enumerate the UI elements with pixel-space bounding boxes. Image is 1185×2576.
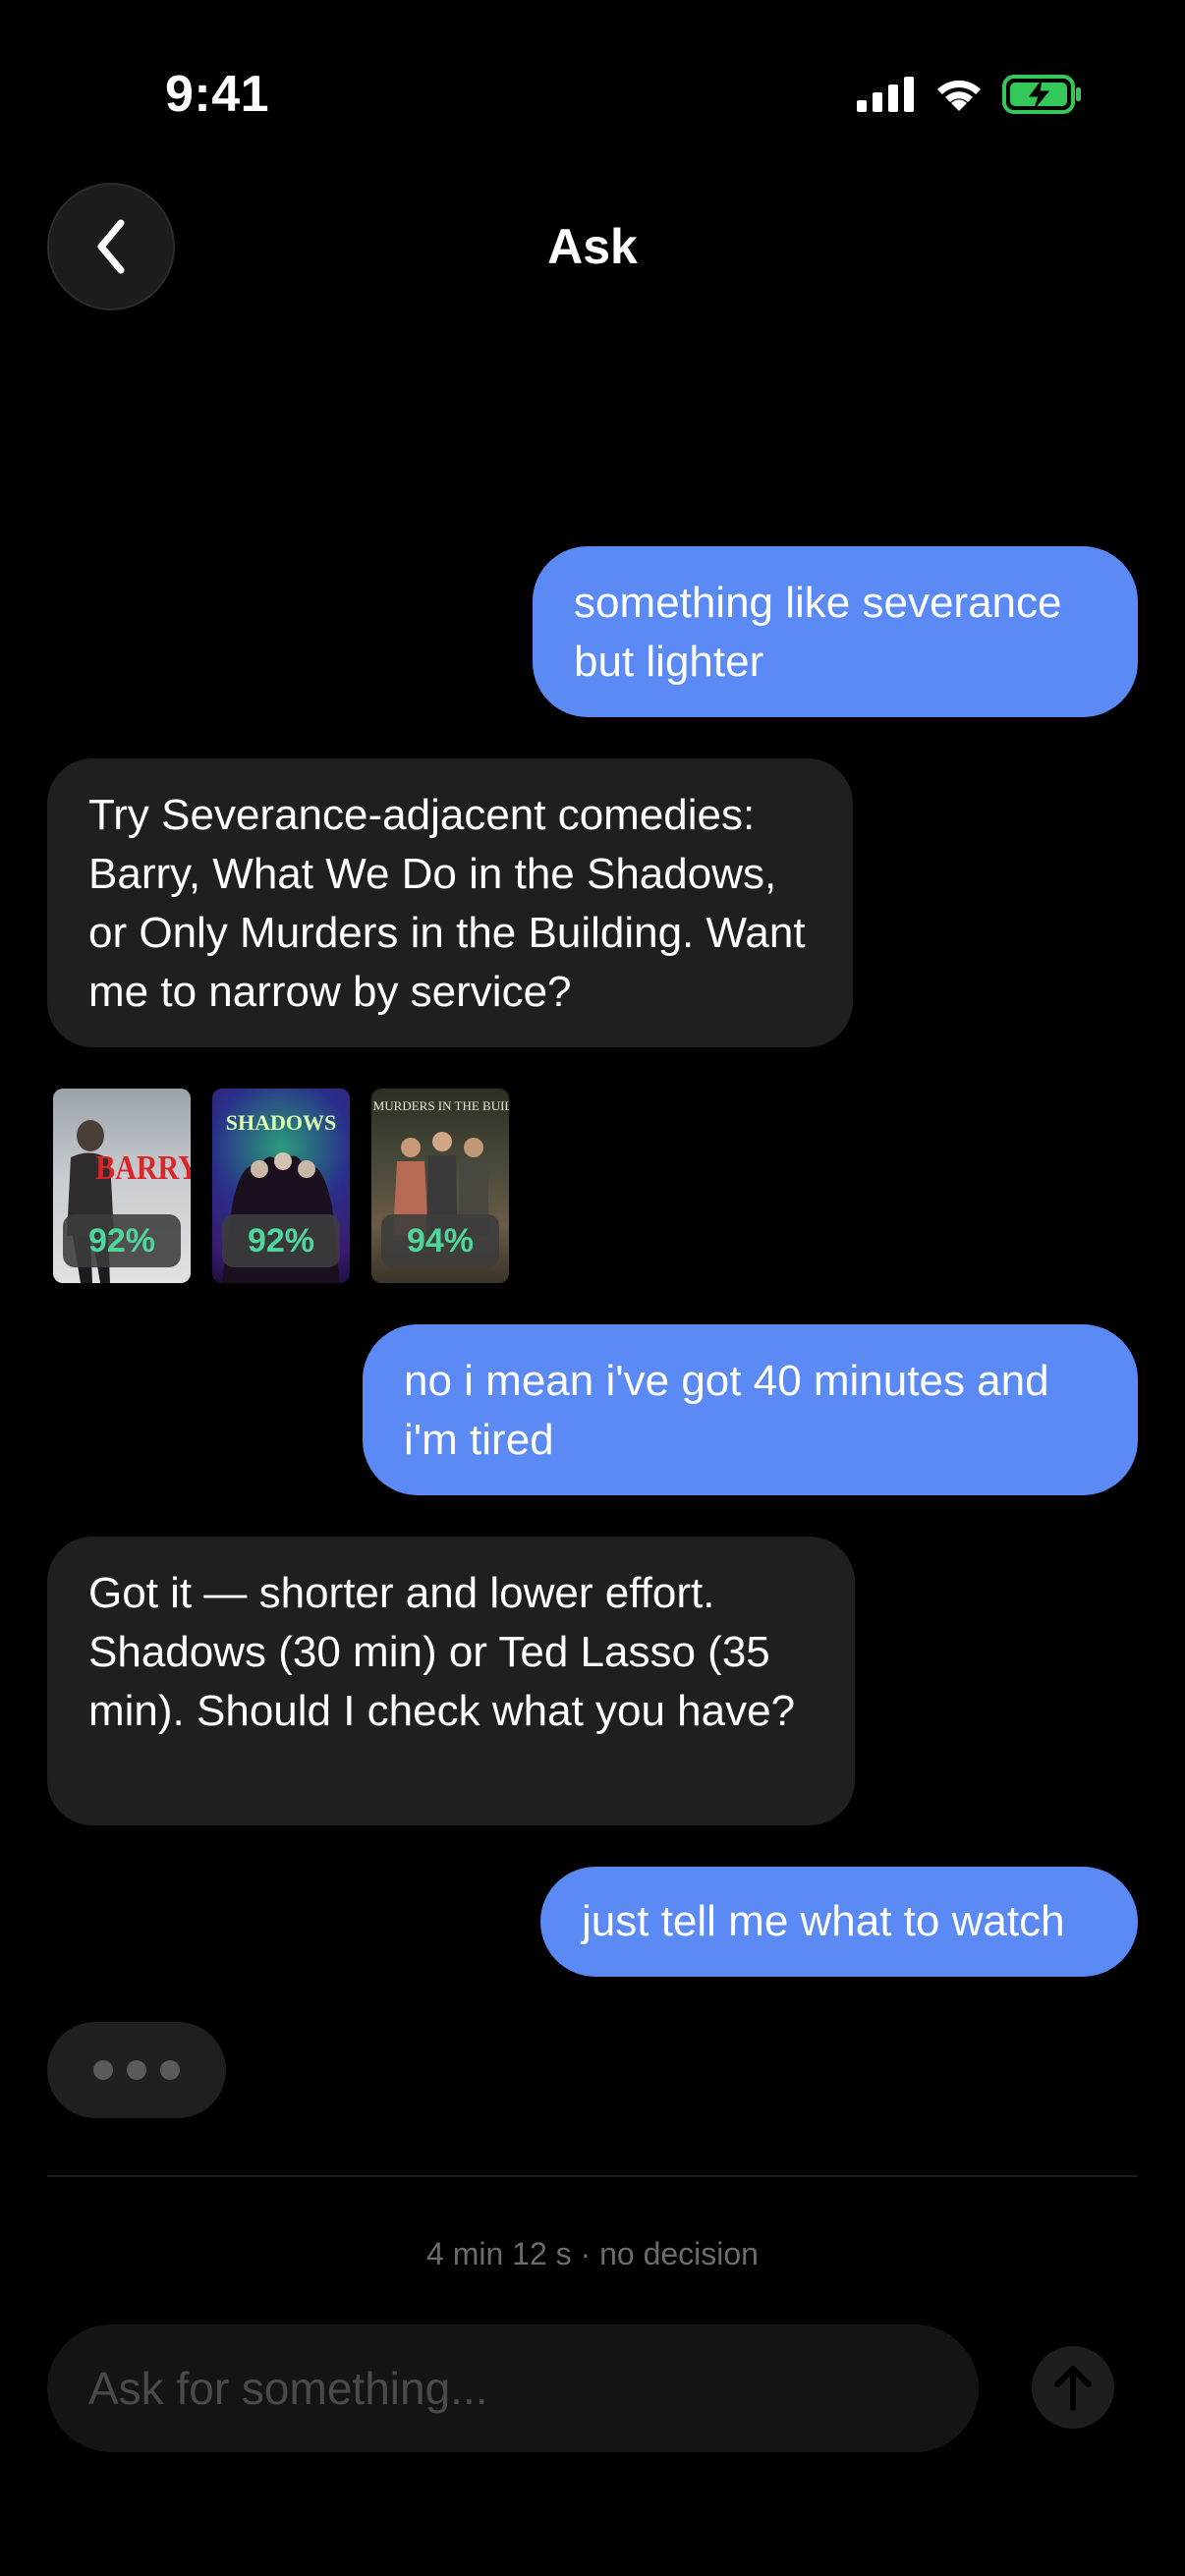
recommendation-card-barry[interactable]: BARRY 92% <box>53 1089 191 1283</box>
typing-dot <box>127 2060 146 2080</box>
battery-charging-icon <box>1002 75 1081 114</box>
poster-title-text: BARRY <box>95 1148 191 1186</box>
ask-input[interactable] <box>47 2324 979 2452</box>
user-message: something like severance but lighter <box>533 546 1138 717</box>
assistant-message: Got it — shorter and lower effort. Shado… <box>47 1537 855 1825</box>
typing-dot <box>93 2060 113 2080</box>
divider <box>47 2175 1138 2177</box>
poster-title-text: SHADOWS <box>226 1110 336 1135</box>
user-message: no i mean i've got 40 minutes and i'm ti… <box>363 1324 1138 1495</box>
typing-indicator <box>47 2022 226 2118</box>
status-time: 9:41 <box>165 66 270 123</box>
recommendation-card-only-murders[interactable]: ONLY MURDERS IN THE BUILDING 94% <box>371 1089 509 1283</box>
wifi-icon <box>937 80 981 111</box>
score-badge: 92% <box>222 1214 340 1267</box>
recommendation-card-shadows[interactable]: SHADOWS 92% <box>212 1089 350 1283</box>
poster-title-text: ONLY MURDERS IN THE BUILDING <box>371 1098 509 1113</box>
score-badge: 94% <box>381 1214 499 1267</box>
status-icons <box>857 75 1083 114</box>
page-title: Ask <box>547 219 638 274</box>
user-message: just tell me what to watch <box>540 1867 1138 1977</box>
typing-dot <box>160 2060 180 2080</box>
cellular-signal-icon <box>857 77 914 112</box>
session-info: 4 min 12 s · no decision <box>426 2236 759 2271</box>
send-button[interactable] <box>1032 2346 1114 2429</box>
score-badge: 92% <box>63 1214 181 1267</box>
ask-input-container <box>47 2324 979 2452</box>
assistant-message: Try Severance-adjacent comedies: Barry, … <box>47 758 853 1047</box>
arrow-up-icon <box>1054 2366 1092 2411</box>
